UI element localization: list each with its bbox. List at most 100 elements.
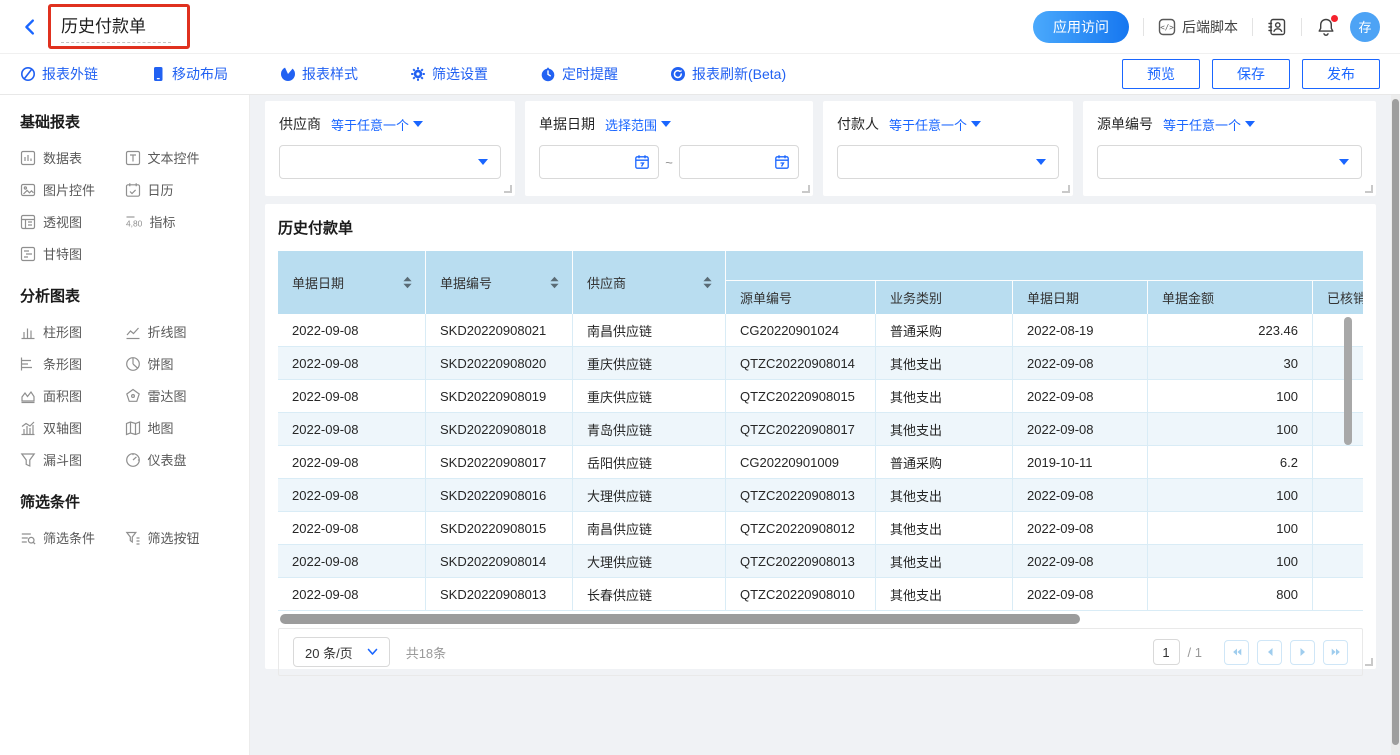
toolbar-item-timed-reminder[interactable]: 定时提醒 (540, 64, 618, 84)
sidebar-item-radar-chart[interactable]: 雷达图 (125, 386, 230, 405)
widget-resize-handle[interactable] (802, 185, 810, 193)
date-start-input[interactable] (539, 145, 659, 179)
filter-operator-dropdown[interactable]: 等于任意一个 (331, 115, 423, 134)
toolbar-item-report-refresh[interactable]: 报表刷新(Beta) (670, 64, 786, 84)
table-row[interactable]: 2022-09-08SKD20220908017岳阳供应链CG202209010… (278, 446, 1363, 479)
sidebar-item-gantt[interactable]: 甘特图 (20, 244, 125, 263)
date-end-input[interactable] (679, 145, 799, 179)
first-page-button[interactable] (1224, 640, 1249, 665)
sub-column-header[interactable]: 单据金额 (1148, 281, 1313, 314)
save-button[interactable]: 保存 (1212, 59, 1290, 89)
widget-resize-handle[interactable] (504, 185, 512, 193)
sub-column-header[interactable]: 单据日期 (1013, 281, 1148, 314)
table-vertical-scrollbar[interactable] (1344, 317, 1352, 445)
sidebar-item-calendar[interactable]: 日历 (125, 180, 230, 199)
filter-operator-dropdown[interactable]: 选择范围 (605, 115, 671, 134)
table-row[interactable]: 2022-09-08SKD20220908019重庆供应链QTZC2022090… (278, 380, 1363, 413)
filter-card-supplier[interactable]: 供应商等于任意一个 (265, 101, 515, 196)
sidebar-item-funnel-chart[interactable]: 漏斗图 (20, 450, 125, 469)
table-cell: 2022-09-08 (278, 413, 426, 445)
avatar[interactable]: 存 (1350, 12, 1380, 42)
prev-page-button[interactable] (1257, 640, 1282, 665)
filter-operator-label: 选择范围 (605, 115, 657, 134)
sidebar-item-pivot-table[interactable]: 透视图 (20, 212, 125, 231)
publish-button[interactable]: 发布 (1302, 59, 1380, 89)
toolbar-item-mobile-layout[interactable]: 移动布局 (150, 64, 228, 84)
page-size-select[interactable]: 20 条/页 (293, 637, 390, 667)
sidebar-item-area-chart[interactable]: 面积图 (20, 386, 125, 405)
sidebar-item-dual-axis-chart[interactable]: 双轴图 (20, 418, 125, 437)
table-cell: 30 (1148, 347, 1313, 379)
table-cell: 2022-09-08 (278, 380, 426, 412)
filter-value-select[interactable] (1097, 145, 1362, 179)
sidebar-item-filter-button[interactable]: 筛选按钮 (125, 528, 230, 547)
sidebar-item-bar-chart[interactable]: 条形图 (20, 354, 125, 373)
sidebar-item-map[interactable]: 地图 (125, 418, 230, 437)
sidebar-item-image-widget[interactable]: 图片控件 (20, 180, 125, 199)
column-header[interactable]: 供应商 (573, 251, 726, 314)
table-row[interactable]: 2022-09-08SKD20220908021南昌供应链CG202209010… (278, 314, 1363, 347)
sidebar-item-label: 仪表盘 (148, 450, 187, 469)
sidebar-item-line-chart[interactable]: 折线图 (125, 322, 230, 341)
filter-operator-label: 等于任意一个 (331, 115, 409, 134)
last-page-button[interactable] (1323, 640, 1348, 665)
canvas-scrollbar[interactable] (1391, 95, 1400, 755)
app-access-button[interactable]: 应用访问 (1033, 11, 1129, 43)
sidebar-item-indicator[interactable]: 4,80指标 (125, 212, 230, 231)
widget-resize-handle[interactable] (1062, 185, 1070, 193)
text-widget-icon (125, 150, 141, 166)
filter-card-doc-date[interactable]: 单据日期选择范围~ (525, 101, 813, 196)
sidebar-item-text-widget[interactable]: 文本控件 (125, 148, 230, 167)
sidebar-item-gauge[interactable]: 仪表盘 (125, 450, 230, 469)
hscroll-thumb[interactable] (280, 614, 1080, 624)
table-horizontal-scrollbar[interactable] (280, 614, 1361, 624)
toolbar-item-report-style[interactable]: 报表样式 (280, 64, 358, 84)
filter-operator-dropdown[interactable]: 等于任意一个 (889, 115, 981, 134)
table-title: 历史付款单 (278, 217, 1363, 238)
toolbar-item-filter-settings[interactable]: 筛选设置 (410, 64, 488, 84)
code-icon: </> (1158, 18, 1176, 36)
table-cell: QTZC20220908013 (726, 545, 876, 577)
column-header[interactable]: 单据日期 (278, 251, 426, 314)
notification-bell-icon[interactable] (1316, 17, 1336, 37)
table-row[interactable]: 2022-09-08SKD20220908013长春供应链QTZC2022090… (278, 578, 1363, 611)
table-row[interactable]: 2022-09-08SKD20220908020重庆供应链QTZC2022090… (278, 347, 1363, 380)
widget-resize-handle[interactable] (1365, 185, 1373, 193)
filter-value-select[interactable] (837, 145, 1059, 179)
widget-resize-handle[interactable] (1365, 658, 1373, 666)
table-row[interactable]: 2022-09-08SKD20220908018青岛供应链QTZC2022090… (278, 413, 1363, 446)
backend-script-button[interactable]: </> 后端脚本 (1158, 17, 1238, 37)
next-page-button[interactable] (1290, 640, 1315, 665)
data-table-widget[interactable]: 历史付款单 单据日期单据编号供应商源单编号业务类别单据日期单据金额已核销金额20… (265, 204, 1376, 669)
table-row[interactable]: 2022-09-08SKD20220908014大理供应链QTZC2022090… (278, 545, 1363, 578)
table-row[interactable]: 2022-09-08SKD20220908015南昌供应链QTZC2022090… (278, 512, 1363, 545)
sidebar-item-pie-chart[interactable]: 饼图 (125, 354, 230, 373)
date-range-separator: ~ (665, 155, 673, 170)
filter-value-select[interactable] (279, 145, 501, 179)
current-page-input[interactable]: 1 (1153, 639, 1180, 665)
filter-card-payer[interactable]: 付款人等于任意一个 (823, 101, 1073, 196)
sidebar-item-filter-condition[interactable]: 筛选条件 (20, 528, 125, 547)
sub-column-header[interactable]: 已核销金额 (1313, 281, 1363, 314)
sub-column-header[interactable]: 业务类别 (876, 281, 1013, 314)
table-cell: 800 (1148, 578, 1313, 610)
table-row[interactable]: 2022-09-08SKD20220908016大理供应链QTZC2022090… (278, 479, 1363, 512)
timed-reminder-icon (540, 66, 556, 82)
report-link-icon (20, 66, 36, 82)
calendar-icon (774, 154, 790, 170)
sidebar-item-data-table[interactable]: 数据表 (20, 148, 125, 167)
contacts-icon[interactable] (1267, 17, 1287, 37)
back-button[interactable] (20, 16, 42, 38)
sidebar-item-label: 地图 (148, 418, 174, 437)
toolbar-item-report-link[interactable]: 报表外链 (20, 64, 98, 84)
table-cell (1313, 314, 1363, 346)
column-header[interactable]: 单据编号 (426, 251, 573, 314)
table-cell: 2022-09-08 (1013, 578, 1148, 610)
preview-button[interactable]: 预览 (1122, 59, 1200, 89)
page-title[interactable]: 历史付款单 (61, 12, 171, 37)
sidebar-item-column-chart[interactable]: 柱形图 (20, 322, 125, 341)
filter-card-source-no[interactable]: 源单编号等于任意一个 (1083, 101, 1376, 196)
canvas-scroll-thumb[interactable] (1392, 99, 1399, 745)
sub-column-header[interactable]: 源单编号 (726, 281, 876, 314)
filter-operator-dropdown[interactable]: 等于任意一个 (1163, 115, 1255, 134)
